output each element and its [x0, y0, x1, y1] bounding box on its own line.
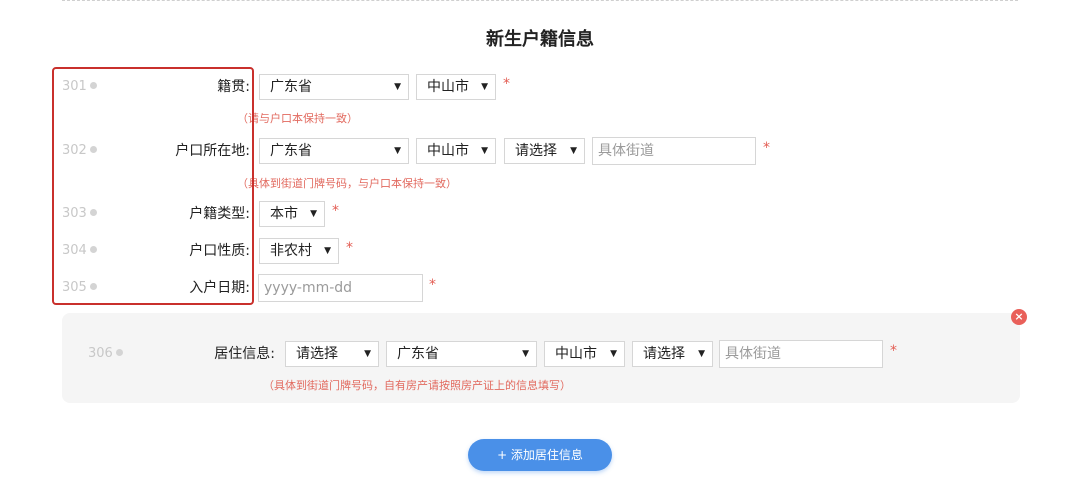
required-mark: * [346, 240, 353, 256]
add-residence-button[interactable]: + 添加居住信息 [468, 439, 612, 471]
native-place-province-select[interactable]: 广东省 ▼ [259, 74, 409, 100]
native-place-hint: （请与户口本保持一致） [237, 112, 358, 125]
top-divider [62, 0, 1018, 1]
required-mark: * [429, 277, 436, 293]
residence-street-input[interactable]: 具体街道 [719, 340, 883, 368]
chevron-down-icon: ▼ [310, 209, 317, 219]
registered-district-select[interactable]: 请选择 ▼ [504, 138, 585, 164]
chevron-down-icon: ▼ [610, 349, 617, 359]
household-type-select[interactable]: 本市 ▼ [259, 201, 325, 227]
chevron-down-icon: ▼ [522, 349, 529, 359]
registered-address-hint: （具体到街道门牌号码，与户口本保持一致） [237, 177, 457, 190]
form-row-residence: 306 居住信息: 请选择 ▼ 广东省 ▼ 中山市 ▼ 请选择 ▼ 具体街道 * [0, 339, 1080, 369]
highlight-box [52, 67, 254, 305]
dot-icon [115, 349, 123, 356]
chevron-down-icon: ▼ [394, 82, 401, 92]
required-mark: * [332, 203, 339, 219]
native-place-city-select[interactable]: 中山市 ▼ [416, 74, 496, 100]
chevron-down-icon: ▼ [364, 349, 371, 359]
chevron-down-icon: ▼ [481, 82, 488, 92]
household-nature-select[interactable]: 非农村 ▼ [259, 238, 339, 264]
registration-date-input[interactable]: yyyy-mm-dd [258, 274, 423, 302]
residence-hint: （具体到街道门牌号码，自有房产请按照房产证上的信息填写） [263, 379, 571, 392]
required-mark: * [503, 76, 510, 92]
chevron-down-icon: ▼ [698, 349, 705, 359]
registered-city-select[interactable]: 中山市 ▼ [416, 138, 496, 164]
chevron-down-icon: ▼ [394, 146, 401, 156]
residence-label: 居住信息: [214, 346, 275, 362]
remove-residence-button[interactable]: × [1011, 309, 1027, 325]
chevron-down-icon: ▼ [324, 246, 331, 256]
registered-province-select[interactable]: 广东省 ▼ [259, 138, 409, 164]
chevron-down-icon: ▼ [570, 146, 577, 156]
required-mark: * [890, 343, 897, 359]
registered-street-input[interactable]: 具体街道 [592, 137, 756, 165]
page-title: 新生户籍信息 [486, 29, 594, 50]
residence-city-select[interactable]: 中山市 ▼ [544, 341, 625, 367]
required-mark: * [763, 140, 770, 156]
residence-district-select[interactable]: 请选择 ▼ [632, 341, 713, 367]
row-number: 306 [88, 339, 128, 369]
residence-province-select[interactable]: 广东省 ▼ [386, 341, 537, 367]
residence-type-select[interactable]: 请选择 ▼ [285, 341, 379, 367]
chevron-down-icon: ▼ [481, 146, 488, 156]
